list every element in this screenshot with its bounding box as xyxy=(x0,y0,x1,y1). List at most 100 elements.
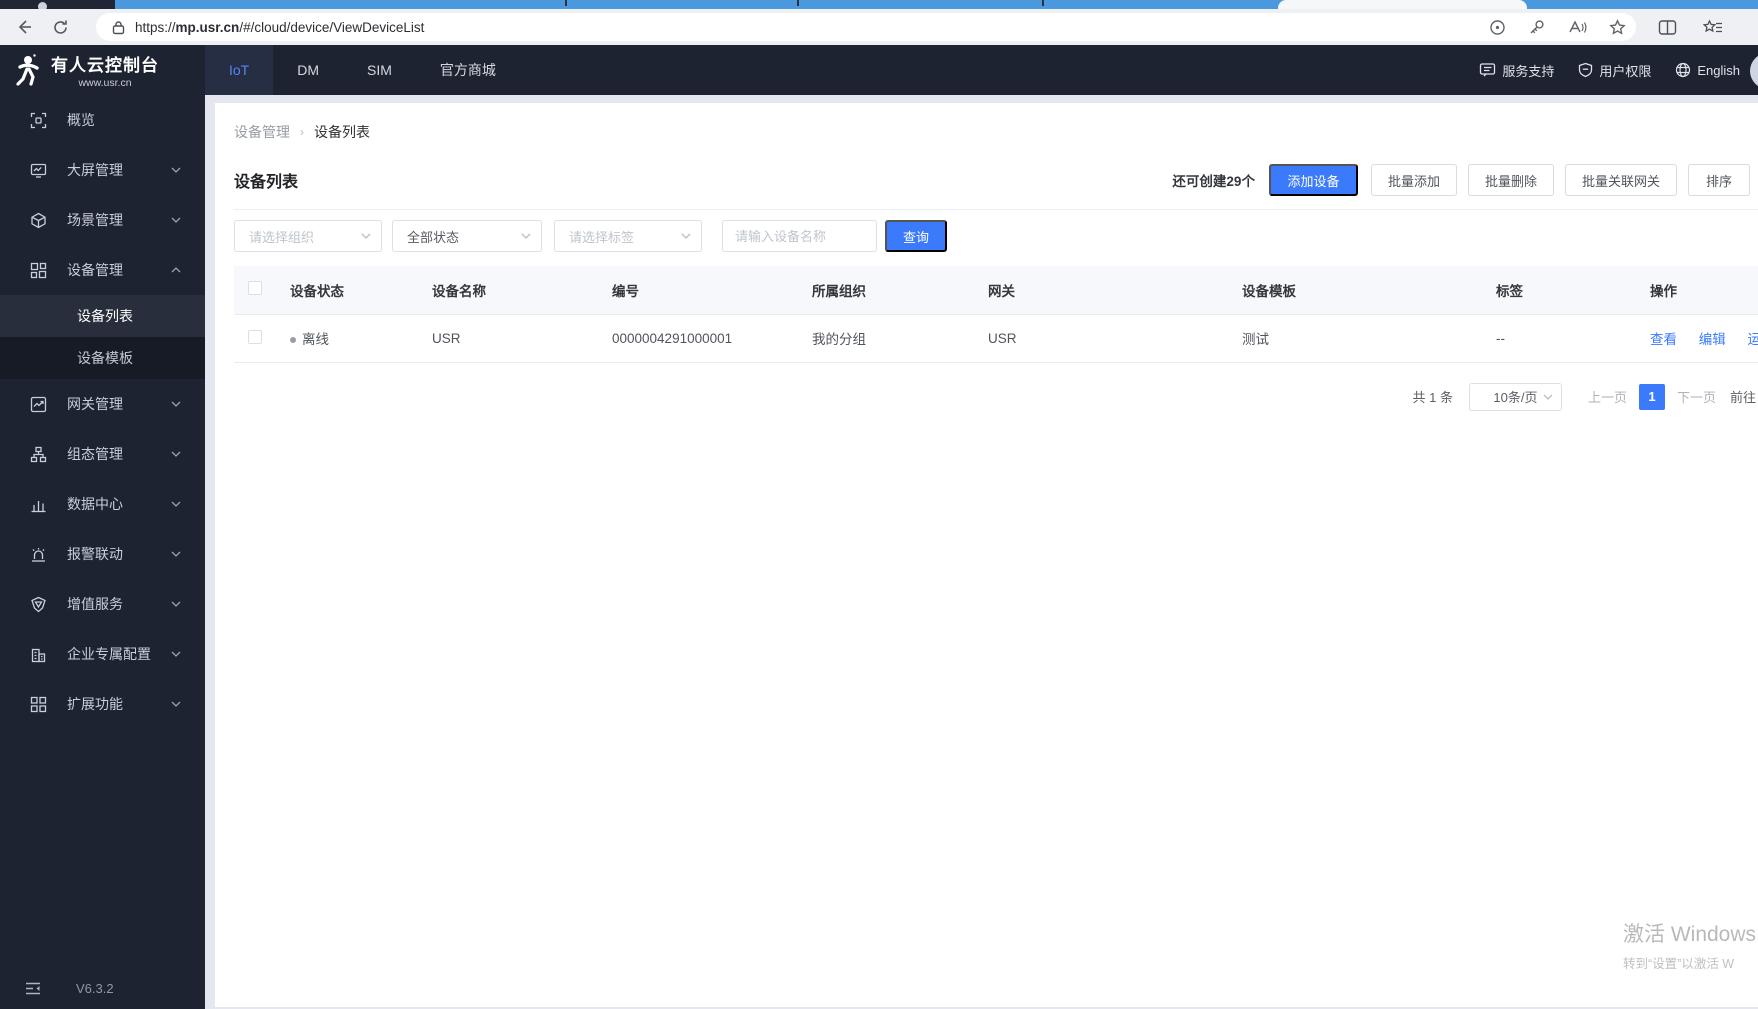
breadcrumb: 设备管理 › 设备列表 xyxy=(234,103,1758,142)
chevron-down-icon xyxy=(1543,394,1553,400)
cell-template: 测试 xyxy=(1228,313,1482,363)
favorite-star-icon[interactable] xyxy=(1609,18,1626,36)
tracking-prevention-icon[interactable] xyxy=(1489,19,1506,36)
chevron-down-icon xyxy=(171,601,181,607)
app-logo[interactable]: 有人云控制台 www.usr.cn xyxy=(0,45,205,95)
breadcrumb-device-list: 设备列表 xyxy=(314,124,370,140)
table-header-row: 设备状态 设备名称 编号 所属组织 网关 设备模板 标签 操作 xyxy=(234,266,1758,314)
offline-status-dot-icon xyxy=(290,337,296,344)
search-button[interactable]: 查询 xyxy=(885,220,947,252)
col-header-number: 编号 xyxy=(598,266,798,314)
goto-label: 前往 xyxy=(1729,390,1756,405)
cell-name: USR xyxy=(418,313,598,363)
sidebar-item-config-mgmt[interactable]: 组态管理 xyxy=(0,429,205,479)
sidebar-item-label: 组态管理 xyxy=(67,446,123,462)
batch-delete-button[interactable]: 批量删除 xyxy=(1467,164,1554,196)
add-device-button[interactable]: 添加设备 xyxy=(1268,164,1358,196)
breadcrumb-device-mgmt[interactable]: 设备管理 xyxy=(234,122,290,142)
title-toolbar-row: 设备列表 还可创建29个 添加设备 批量添加 批量删除 批量关联网关 排序 xyxy=(234,164,1758,196)
sidebar: 概览 大屏管理 场景管理 设备管理 设备列表 设备模板 网关管理 组态管理 数据… xyxy=(0,95,205,1009)
tab-official-store[interactable]: 官方商城 xyxy=(416,45,520,95)
page-size-select[interactable]: 10条/页 xyxy=(1468,382,1562,411)
cell-ops: 查看 编辑 运行 xyxy=(1636,313,1758,363)
tag-select[interactable]: 请选择标签 xyxy=(554,220,702,252)
page-title: 设备列表 xyxy=(234,174,299,191)
view-link[interactable]: 查看 xyxy=(1650,332,1677,347)
sidebar-item-scene-mgmt[interactable]: 场景管理 xyxy=(0,195,205,245)
badge-shield-icon xyxy=(31,596,46,612)
sidebar-item-device-mgmt[interactable]: 设备管理 xyxy=(0,245,205,295)
sort-button[interactable]: 排序 xyxy=(1688,164,1750,196)
tab-dm[interactable]: DM xyxy=(273,45,343,95)
workspace: 概览 大屏管理 场景管理 设备管理 设备列表 设备模板 网关管理 组态管理 数据… xyxy=(0,95,1758,1009)
browser-active-tab[interactable] xyxy=(1278,0,1527,9)
edit-link[interactable]: 编辑 xyxy=(1699,332,1726,347)
sidebar-item-screen-mgmt[interactable]: 大屏管理 xyxy=(0,145,205,195)
browser-toolbar: https://mp.usr.cn/#/cloud/device/ViewDev… xyxy=(0,9,1758,45)
current-page-button[interactable]: 1 xyxy=(1638,383,1665,410)
refresh-icon xyxy=(53,20,67,34)
chevron-down-icon xyxy=(171,701,181,707)
col-header-ops: 操作 xyxy=(1636,266,1758,314)
sidebar-item-label: 设备管理 xyxy=(67,262,123,278)
chevron-down-icon xyxy=(171,501,181,507)
tab-iot[interactable]: IoT xyxy=(205,45,274,95)
version-label: V6.3.2 xyxy=(76,980,114,996)
favorites-list-icon[interactable] xyxy=(1703,18,1723,36)
tab-separator xyxy=(1042,0,1044,6)
col-header-status: 设备状态 xyxy=(276,266,418,314)
password-key-icon[interactable] xyxy=(1528,19,1545,36)
tab-sim[interactable]: SIM xyxy=(343,45,416,95)
browser-refresh-button[interactable] xyxy=(46,13,74,41)
device-grid-icon xyxy=(30,262,47,278)
sidebar-item-alarm-linkage[interactable]: 报警联动 xyxy=(0,529,205,579)
sidebar-item-label: 网关管理 xyxy=(67,396,123,412)
split-screen-icon[interactable] xyxy=(1658,19,1677,36)
user-avatar[interactable] xyxy=(1750,53,1758,89)
back-arrow-icon xyxy=(18,20,31,34)
batch-add-button[interactable]: 批量添加 xyxy=(1370,164,1457,196)
status-select[interactable]: 全部状态 xyxy=(392,220,542,252)
sidebar-item-gateway-mgmt[interactable]: 网关管理 xyxy=(0,379,205,429)
batch-link-gateway-button[interactable]: 批量关联网关 xyxy=(1564,164,1677,196)
prev-page-button[interactable]: 上一页 xyxy=(1588,387,1627,406)
browser-address-bar[interactable]: https://mp.usr.cn/#/cloud/device/ViewDev… xyxy=(96,13,1636,41)
content-card: 设备管理 › 设备列表 设备列表 还可创建29个 添加设备 批量添加 批量删除 … xyxy=(215,103,1758,1007)
browser-back-button[interactable] xyxy=(10,13,38,41)
bar-chart-icon xyxy=(31,500,46,512)
chevron-down-icon xyxy=(171,167,181,173)
sidebar-item-value-added-services[interactable]: 增值服务 xyxy=(0,579,205,629)
service-support-menu[interactable]: 服务支持 xyxy=(1479,61,1554,80)
select-all-checkbox[interactable] xyxy=(248,281,262,296)
sidebar-item-overview[interactable]: 概览 xyxy=(0,95,205,145)
big-screen-icon xyxy=(30,163,47,178)
run-link[interactable]: 运行 xyxy=(1748,332,1758,347)
sidebar-item-extensions[interactable]: 扩展功能 xyxy=(0,679,205,729)
sidebar-subitem-device-template[interactable]: 设备模板 xyxy=(0,337,205,379)
org-select[interactable]: 请选择组织 xyxy=(234,220,382,252)
sidebar-item-label: 增值服务 xyxy=(67,596,123,612)
row-checkbox[interactable] xyxy=(248,329,262,344)
sidebar-item-enterprise-config[interactable]: 企业专属配置 xyxy=(0,629,205,679)
breadcrumb-separator-icon: › xyxy=(300,125,304,139)
sidebar-item-label: 场景管理 xyxy=(67,212,123,228)
tab-separator xyxy=(565,0,567,6)
browser-tab-strip xyxy=(0,0,1758,9)
topology-icon xyxy=(30,446,47,462)
sidebar-item-data-center[interactable]: 数据中心 xyxy=(0,479,205,529)
chevron-down-icon xyxy=(521,233,531,239)
filter-row: 请选择组织 全部状态 请选择标签 查询 xyxy=(234,220,1758,252)
read-aloud-icon[interactable] xyxy=(1567,19,1587,36)
user-permission-label: 用户权限 xyxy=(1599,63,1652,79)
shield-icon xyxy=(1579,62,1593,78)
device-name-input[interactable] xyxy=(722,220,877,252)
collapse-sidebar-icon[interactable] xyxy=(25,982,41,995)
col-header-tag: 标签 xyxy=(1482,266,1636,314)
sidebar-subitem-device-list[interactable]: 设备列表 xyxy=(0,295,205,337)
next-page-button[interactable]: 下一页 xyxy=(1677,387,1716,406)
language-switch[interactable]: English xyxy=(1675,62,1740,78)
user-permission-menu[interactable]: 用户权限 xyxy=(1578,61,1651,80)
col-header-gateway: 网关 xyxy=(974,266,1228,314)
col-header-template: 设备模板 xyxy=(1228,266,1482,314)
sidebar-item-label: 概览 xyxy=(67,112,95,128)
